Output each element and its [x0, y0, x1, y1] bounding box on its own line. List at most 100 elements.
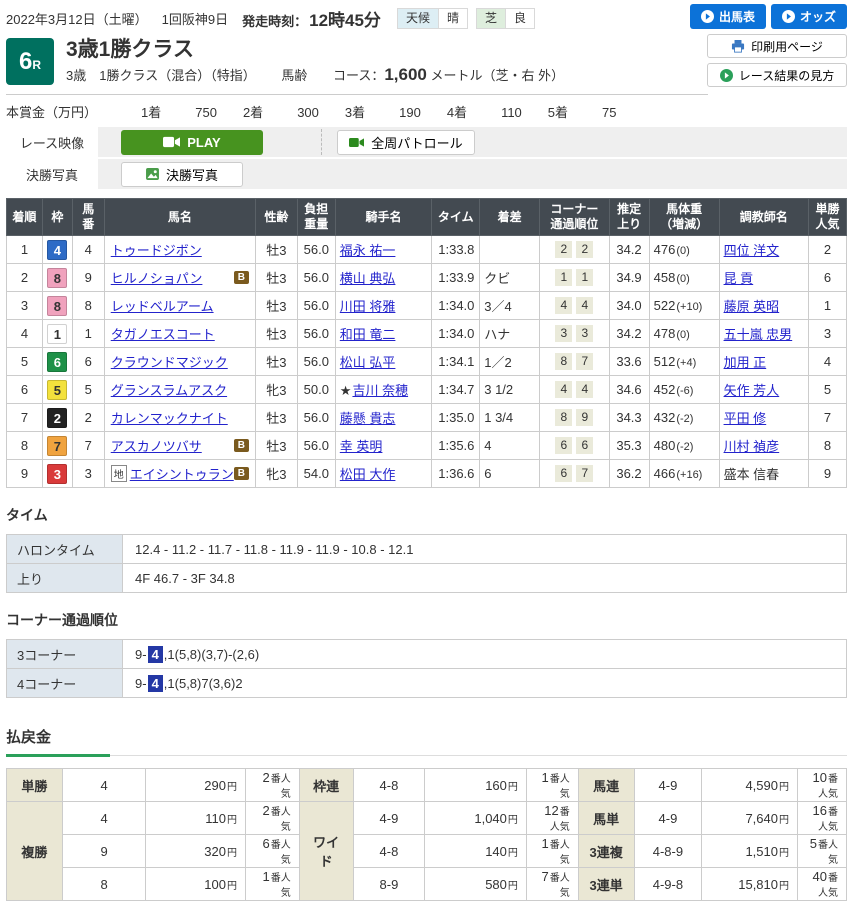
body-weight-diff: (0)	[676, 245, 689, 257]
col-trainer: 調教師名	[719, 199, 809, 236]
finish-photo-button[interactable]: 決勝写真	[121, 162, 243, 187]
patrol-video-button[interactable]: 全周パトロール	[337, 130, 475, 155]
time-table: ハロンタイム 12.4 - 11.2 - 11.7 - 11.8 - 11.9 …	[6, 534, 847, 593]
horse-name-link[interactable]: カレンマックナイト	[111, 408, 228, 427]
corner3-label: 3コーナー	[7, 640, 123, 669]
sex-age: 牡3	[255, 348, 297, 376]
finish-time: 1:36.6	[432, 460, 480, 488]
table-row: 5 6 6 クラウンドマジック 牡3 56.0 松山 弘平 1:34.1 1／2…	[7, 348, 847, 376]
finish-time: 1:33.9	[432, 264, 480, 292]
trainer-link[interactable]: 五十嵐 忠男	[724, 327, 793, 342]
payout-heading: 払戻金	[6, 726, 847, 747]
horse-name-link[interactable]: エイシントゥラン	[130, 464, 234, 483]
jockey-link[interactable]: 藤懸 貴志	[340, 411, 396, 426]
frame-badge: 8	[47, 268, 67, 288]
jockey-link[interactable]: 吉川 奈穂	[352, 383, 408, 398]
turf-value: 良	[505, 9, 534, 28]
local-horse-badge: 地	[111, 465, 127, 482]
col-last3f: 推定 上り	[609, 199, 649, 236]
turf-label: 芝	[477, 9, 505, 28]
win-favorite-rank: 2	[809, 236, 847, 264]
last3f-time: 34.6	[609, 376, 649, 404]
horse-name-link[interactable]: タガノエスコート	[111, 324, 215, 343]
photo-icon	[146, 168, 159, 180]
jockey-link[interactable]: 松山 弘平	[340, 355, 396, 370]
finish-photo-label: 決勝写真	[6, 159, 98, 189]
trainer-link[interactable]: 四位 洋文	[724, 243, 780, 258]
last3f-time: 34.9	[609, 264, 649, 292]
play-button[interactable]: PLAY	[121, 130, 263, 155]
table-row: 2 8 9 ヒルノショパン B 牡3 56.0 横山 典弘 1:33.9 クビ …	[7, 264, 847, 292]
finish-time: 1:34.1	[432, 348, 480, 376]
trainer-link[interactable]: 矢作 芳人	[724, 383, 780, 398]
horse-name-link[interactable]: クラウンドマジック	[111, 352, 228, 371]
load-weight: 56.0	[297, 292, 335, 320]
horse-name-link[interactable]: グランスラムアスク	[111, 380, 227, 399]
finish-position: 9	[7, 460, 43, 488]
body-weight: 480	[654, 438, 676, 453]
jockey-link[interactable]: 川田 将雅	[340, 299, 396, 314]
bet-type-trifecta: 3連単	[578, 868, 634, 901]
trainer-link[interactable]: 川村 禎彦	[724, 439, 780, 454]
last3f-time: 33.6	[609, 348, 649, 376]
race-conditions: 3歳 1勝クラス（混合）（特指） 馬齢 コース：1,600 メートル（芝・右 外…	[66, 65, 564, 85]
weather-value: 晴	[438, 9, 467, 28]
bet-type-bracket: 枠連	[299, 769, 353, 802]
corner3-position: 8	[555, 409, 572, 426]
horse-name-link[interactable]: ヒルノショパン	[111, 268, 203, 287]
odds-button[interactable]: オッズ	[771, 4, 847, 29]
table-row: 1 4 4 トゥードジボン 牡3 56.0 福永 祐一 1:33.8 22 34…	[7, 236, 847, 264]
video-camera-icon	[163, 136, 180, 148]
jockey-link[interactable]: 和田 竜二	[340, 327, 396, 342]
race-result-page: 2022年3月12日（土曜） 1回阪神9日 発走時刻： 12時45分 天候 晴 …	[0, 0, 853, 901]
horse-name-link[interactable]: トゥードジボン	[111, 240, 202, 259]
col-horse-number: 馬 番	[72, 199, 104, 236]
trainer-link[interactable]: 加用 正	[724, 355, 767, 370]
results-table: 着順 枠 馬 番 馬名 性齢 負担 重量 騎手名 タイム 着差 コーナー 通過順…	[6, 198, 847, 488]
horse-name-link[interactable]: レッドベルアーム	[111, 296, 214, 315]
jockey-link[interactable]: 松田 大作	[340, 467, 396, 482]
col-corner-order: コーナー 通過順位	[539, 199, 609, 236]
win-favorite-rank: 4	[809, 348, 847, 376]
bet-type-exacta: 馬単	[578, 802, 634, 835]
corner4-position: 7	[576, 353, 593, 370]
frame-badge: 6	[47, 352, 67, 372]
last3f-time: 34.0	[609, 292, 649, 320]
body-weight-diff: (-2)	[676, 413, 693, 425]
finish-position: 5	[7, 348, 43, 376]
margin: 3 1/2	[480, 376, 540, 404]
margin	[480, 236, 540, 264]
trainer-link[interactable]: 昆 貢	[724, 271, 754, 286]
weather-label: 天候	[398, 9, 438, 28]
print-page-button[interactable]: 印刷用ページ	[707, 34, 847, 58]
win-favorite-rank: 5	[809, 376, 847, 404]
jockey-link[interactable]: 横山 典弘	[340, 271, 396, 286]
corner4-order: 9-4,1(5,8)7(3,6)2	[123, 669, 847, 698]
last3f-time: 34.2	[609, 236, 649, 264]
jockey-link[interactable]: 福永 祐一	[340, 243, 396, 258]
trainer-link[interactable]: 平田 修	[724, 411, 767, 426]
howto-read-results-button[interactable]: レース結果の見方	[707, 63, 847, 87]
corner3-position: 2	[555, 241, 572, 258]
trainer-link[interactable]: 藤原 英昭	[724, 299, 780, 314]
corner3-position: 6	[555, 437, 572, 454]
trainer-link: 盛本 信春	[724, 467, 780, 482]
table-row: 7 2 2 カレンマックナイト 牡3 56.0 藤懸 貴志 1:35.0 1 3…	[7, 404, 847, 432]
start-time-value: 12時45分	[309, 6, 381, 31]
furlong-time-label: ハロンタイム	[7, 535, 123, 564]
sex-age: 牡3	[255, 404, 297, 432]
finish-position: 7	[7, 404, 43, 432]
load-weight: 50.0	[297, 376, 335, 404]
finish-position: 4	[7, 320, 43, 348]
body-weight: 452	[654, 382, 676, 397]
body-weight: 476	[654, 242, 676, 257]
body-weight-diff: (+10)	[676, 301, 702, 313]
corner3-position: 3	[555, 325, 572, 342]
horse-name-link[interactable]: アスカノツバサ	[111, 436, 202, 455]
finish-time: 1:34.0	[432, 292, 480, 320]
racecard-button[interactable]: 出馬表	[690, 4, 766, 29]
corner4-position: 3	[576, 325, 593, 342]
video-camera-icon	[349, 137, 364, 148]
jockey-link[interactable]: 幸 英明	[340, 439, 383, 454]
payout-underline	[6, 755, 847, 756]
